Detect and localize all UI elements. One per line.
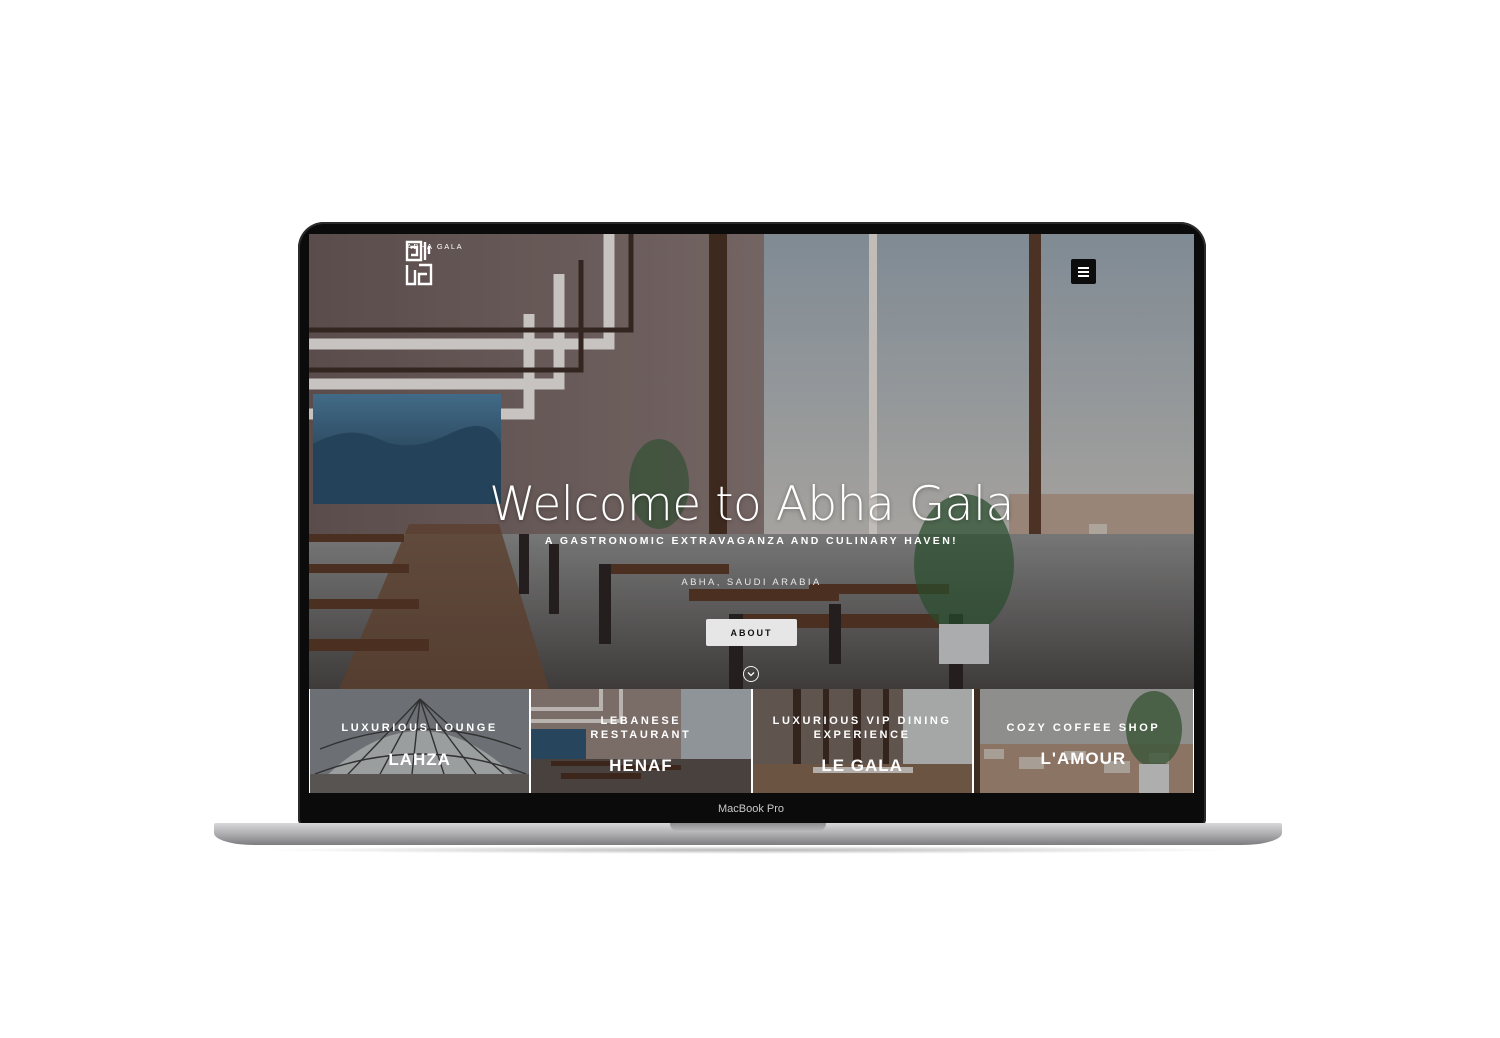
tile-name: L'AMOUR: [1040, 749, 1127, 768]
tile-name: LAHZA: [388, 750, 451, 769]
hero-subtitle: A GASTRONOMIC EXTRAVAGANZA AND CULINARY …: [544, 535, 959, 547]
hamburger-menu-button[interactable]: [1071, 259, 1096, 284]
scroll-down-button[interactable]: [743, 666, 759, 682]
device-model-label: MacBook Pro: [717, 803, 785, 815]
tile-lahza[interactable]: LUXURIOUS LOUNGE LAHZA: [310, 689, 530, 793]
website-screen: ABHA GALA Welcome to Abha Gala A GASTRON…: [309, 234, 1194, 793]
laptop-hinge-notch: [670, 823, 826, 832]
about-button[interactable]: ABOUT: [706, 619, 797, 646]
laptop-shadow: [260, 846, 1240, 854]
hero-section: ABHA GALA Welcome to Abha Gala A GASTRON…: [309, 234, 1194, 689]
hero-location: ABHA, SAUDI ARABIA: [681, 577, 822, 588]
tile-lamour[interactable]: COZY COFFEE SHOP L'AMOUR: [973, 689, 1193, 793]
tile-caption: COZY COFFEE SHOP: [1006, 722, 1161, 734]
tile-le-gala[interactable]: LUXURIOUS VIP DINING EXPERIENCE LE GALA: [752, 689, 972, 793]
hamburger-icon: [1078, 267, 1089, 269]
kufic-logo-icon: [405, 240, 433, 286]
venue-tiles: LUXURIOUS LOUNGE LAHZA LEBANESE RESTAURA…: [309, 689, 1194, 793]
tile-caption: LEBANESE RESTAURANT: [590, 715, 692, 741]
hero-title: Welcome to Abha Gala: [489, 477, 1014, 532]
site-logo[interactable]: ABHA GALA: [405, 240, 465, 286]
tile-name: LE GALA: [821, 756, 903, 775]
tile-caption: LUXURIOUS VIP DINING EXPERIENCE: [772, 715, 952, 741]
chevron-down-icon: [747, 672, 755, 677]
tile-caption: LUXURIOUS LOUNGE: [341, 722, 498, 734]
tile-henaf[interactable]: LEBANESE RESTAURANT HENAF: [531, 689, 751, 793]
tile-name: HENAF: [609, 756, 673, 775]
